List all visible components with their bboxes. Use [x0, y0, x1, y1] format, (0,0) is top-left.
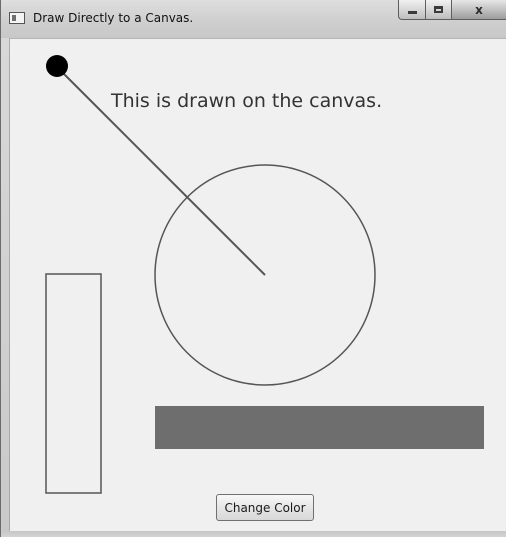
window-bottom-border: [1, 531, 506, 537]
outline-rectangle: [45, 273, 102, 494]
canvas-text: This is drawn on the canvas.: [111, 90, 383, 112]
filled-rectangle: [155, 406, 484, 449]
filled-dot: [46, 55, 68, 77]
drawing-canvas: [45, 55, 484, 494]
change-color-button[interactable]: Change Color: [216, 494, 314, 521]
app-window: Draw Directly to a Canvas. x This is dra…: [0, 0, 506, 537]
